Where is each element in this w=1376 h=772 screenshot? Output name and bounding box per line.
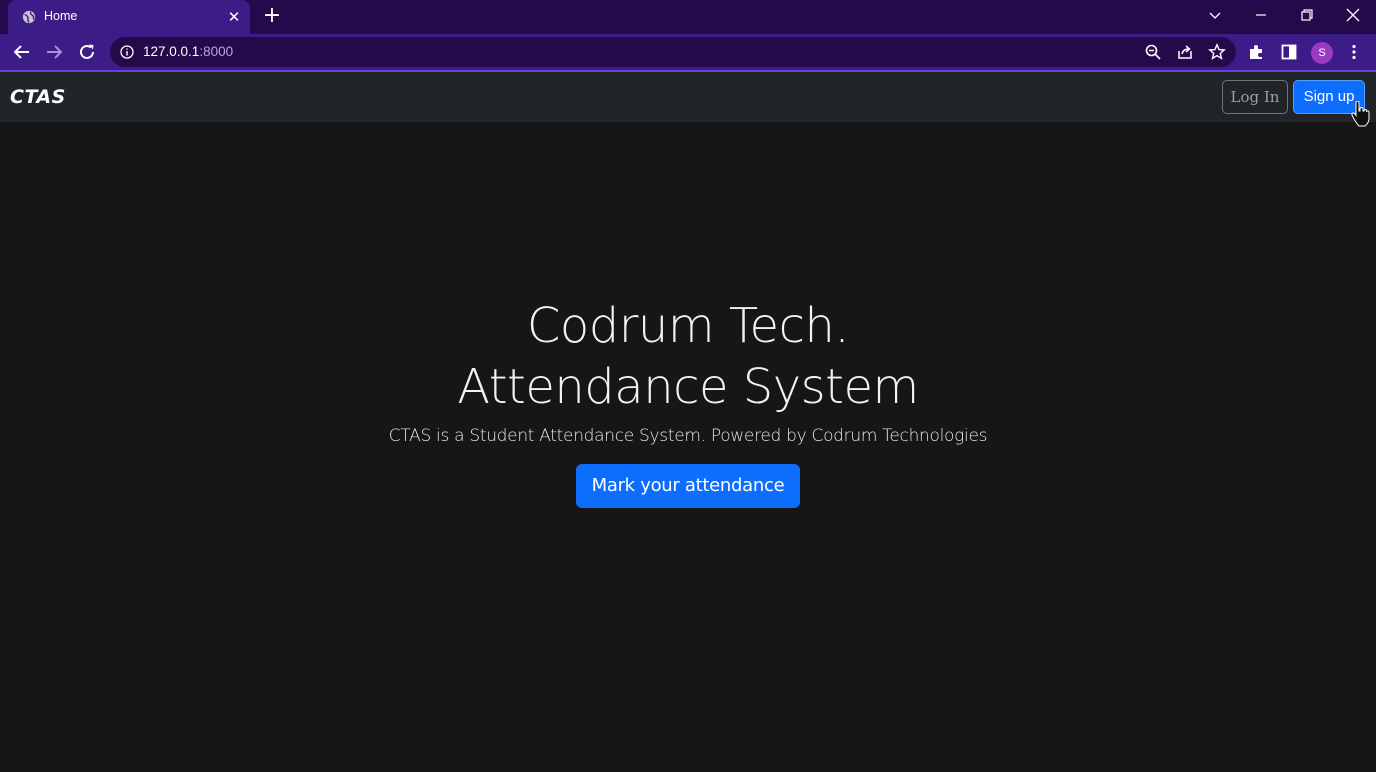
chevron-down-icon[interactable] <box>1192 0 1238 30</box>
zoom-icon[interactable] <box>1144 43 1162 61</box>
browser-toolbar: 127.0.0.1:8000 S <box>0 34 1376 70</box>
reload-icon[interactable] <box>75 40 99 64</box>
minimize-icon[interactable] <box>1238 0 1284 30</box>
mark-attendance-button[interactable]: Mark your attendance <box>575 464 801 508</box>
hero-lead: CTAS is a Student Attendance System. Pow… <box>388 426 988 446</box>
forward-icon[interactable] <box>42 40 66 64</box>
side-panel-icon[interactable] <box>1280 43 1298 61</box>
address-bar[interactable]: 127.0.0.1:8000 <box>110 37 1236 67</box>
extensions-icon[interactable] <box>1248 43 1266 61</box>
url-text: 127.0.0.1:8000 <box>143 44 234 59</box>
browser-tab[interactable]: Home ✕ <box>8 0 250 34</box>
info-icon[interactable] <box>120 45 134 59</box>
tab-strip: Home ✕ + <box>0 0 1376 34</box>
menu-icon[interactable] <box>1345 43 1363 61</box>
brand-logo[interactable]: CTAS <box>10 86 66 108</box>
tab-title: Home <box>44 9 78 23</box>
back-icon[interactable] <box>10 40 34 64</box>
share-icon[interactable] <box>1176 43 1194 61</box>
hero-section: Codrum Tech. Attendance System CTAS is a… <box>0 296 1376 508</box>
avatar[interactable]: S <box>1311 42 1333 64</box>
plus-icon[interactable]: + <box>260 5 284 29</box>
star-icon[interactable] <box>1208 43 1226 61</box>
restore-icon[interactable] <box>1284 0 1330 30</box>
globe-icon <box>22 10 36 24</box>
close-icon[interactable]: ✕ <box>224 7 244 27</box>
login-button[interactable]: Log In <box>1222 80 1288 114</box>
page-title: Codrum Tech. Attendance System <box>457 298 919 415</box>
site-navbar: CTAS Log In Sign up <box>0 72 1376 122</box>
hand-cursor-icon <box>1351 101 1370 127</box>
window-close-icon[interactable] <box>1330 0 1376 30</box>
